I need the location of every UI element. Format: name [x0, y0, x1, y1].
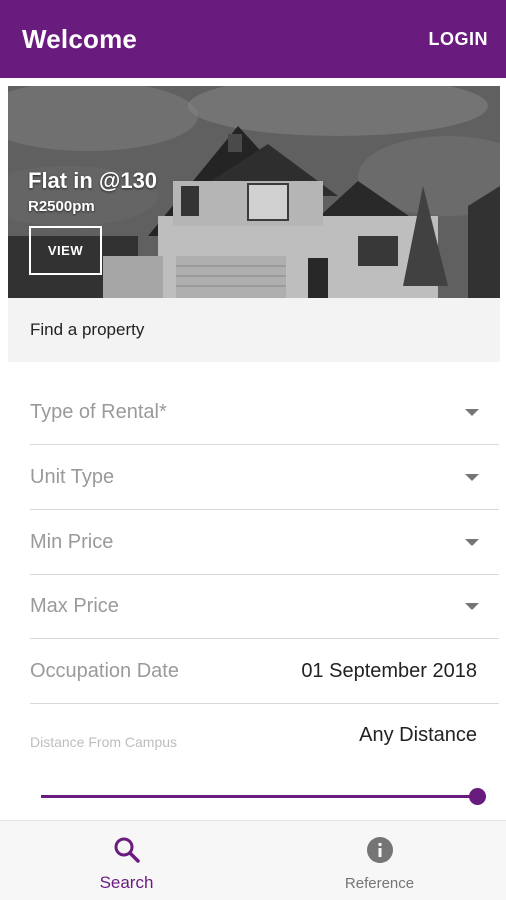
info-icon [365, 835, 395, 865]
min-price-dropdown[interactable]: Min Price [30, 510, 499, 575]
login-button[interactable]: LOGIN [429, 29, 489, 50]
nav-item-reference[interactable]: Reference [253, 821, 506, 900]
occupation-date-label: Occupation Date [30, 659, 179, 682]
distance-value: Any Distance [359, 724, 477, 746]
find-property-heading: Find a property [8, 298, 500, 362]
type-of-rental-dropdown[interactable]: Type of Rental* [30, 380, 499, 445]
type-of-rental-label: Type of Rental* [30, 400, 167, 423]
nav-label-search: Search [99, 873, 154, 892]
featured-property-card[interactable]: Flat in @130 R2500pm VIEW [8, 86, 500, 298]
dropdown-caret-icon [465, 473, 479, 481]
dropdown-caret-icon [465, 602, 479, 610]
unit-type-label: Unit Type [30, 465, 115, 488]
max-price-label: Max Price [30, 594, 119, 617]
occupation-date-value: 01 September 2018 [301, 659, 477, 682]
app-title: Welcome [22, 23, 138, 54]
view-button[interactable]: VIEW [29, 226, 102, 275]
dropdown-caret-icon [465, 408, 479, 416]
featured-property-name: Flat in @130 [28, 168, 158, 193]
distance-slider[interactable] [41, 786, 486, 806]
search-icon [112, 835, 142, 865]
max-price-dropdown[interactable]: Max Price [30, 574, 499, 639]
nav-item-search[interactable]: Search [0, 821, 253, 900]
unit-type-dropdown[interactable]: Unit Type [30, 445, 499, 510]
dropdown-caret-icon [465, 538, 479, 546]
slider-thumb[interactable] [469, 788, 486, 805]
app-bar: Welcome LOGIN [0, 0, 506, 78]
slider-track [41, 795, 478, 798]
min-price-label: Min Price [30, 530, 114, 553]
distance-label: Distance From Campus [30, 734, 178, 750]
occupation-date-field[interactable]: Occupation Date 01 September 2018 [30, 639, 499, 704]
distance-from-campus: Distance From Campus Any Distance [30, 704, 499, 814]
nav-label-reference: Reference [344, 875, 415, 892]
featured-property-price: R2500pm [28, 198, 95, 215]
featured-caption: Flat in @130 R2500pm [28, 168, 157, 215]
bottom-navigation: Search Reference [0, 820, 506, 900]
